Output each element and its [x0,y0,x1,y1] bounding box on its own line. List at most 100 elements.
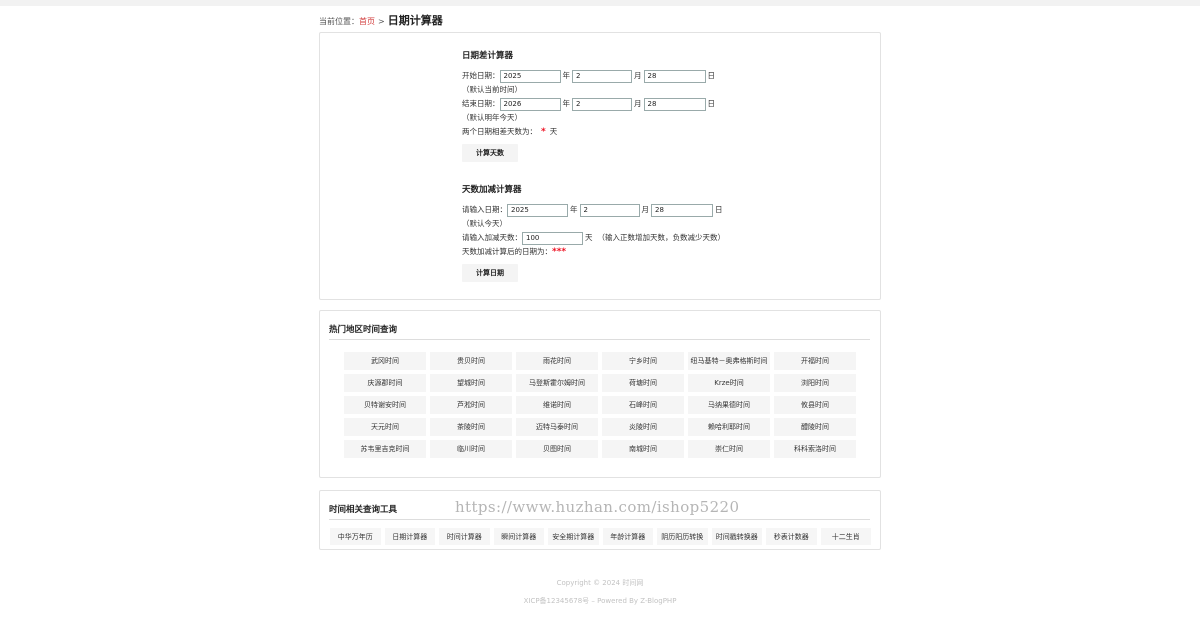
region-time-link[interactable]: 宁乡时间 [602,352,684,370]
tool-link[interactable]: 年龄计算器 [602,528,653,545]
input-date-label: 请输入日期： [462,205,507,214]
region-time-link[interactable]: 马登斯霍尔姆时间 [516,374,598,392]
region-time-link[interactable]: 开福时间 [774,352,856,370]
main-wrapper: 当前位置：首页>日期计算器 日期差计算器 开始日期： 年 月 日 （默认当前时间… [319,10,881,300]
tool-link[interactable]: 阴历阳历转换 [657,528,708,545]
calculate-days-button[interactable]: 计算天数 [462,144,518,162]
region-time-link[interactable]: 荷塘时间 [602,374,684,392]
input-date-note: （默认今天） [462,219,507,228]
region-time-link[interactable]: 炎陵时间 [602,418,684,436]
watermark: https://www.huzhan.com/ishop5220 [455,498,740,516]
region-time-link[interactable]: 望城时间 [430,374,512,392]
diff-result-row: 两个日期相差天数为： * 天 [462,125,762,139]
region-time-link[interactable]: 攸县时间 [774,396,856,414]
footer-copyright: Copyright © 2024 时间网 [556,579,644,587]
region-time-link[interactable]: Krze时间 [688,374,770,392]
diff-result-unit: 天 [549,127,558,136]
breadcrumb-separator: > [378,17,385,26]
days-unit: 天 [585,233,593,242]
end-month-input[interactable] [572,97,632,111]
start-day-input[interactable] [643,69,706,83]
region-time-link[interactable]: 马纳果德时间 [688,396,770,414]
page-title: 日期计算器 [387,14,443,27]
region-time-link[interactable]: 南城时间 [602,440,684,458]
month-input[interactable] [579,203,640,217]
tool-link[interactable]: 中华万年历 [330,528,381,545]
hot-regions-panel: 热门地区时间查询 武冈时间 贵贝时间 雨花时间 宁乡时间 纽马基特－奥弗格斯时间 开福时间… [319,310,881,478]
breadcrumb: 当前位置：首页 > 日期计算器 [319,10,881,32]
region-time-link[interactable]: 庆源郡时间 [344,374,426,392]
diff-result-value: * [541,127,546,137]
region-time-link[interactable]: 雨花时间 [516,352,598,370]
add-result-label: 天数加减计算后的日期为： [462,247,552,256]
day-input[interactable] [651,203,713,217]
tool-link[interactable]: 时间计算器 [439,528,490,545]
diff-result-label: 两个日期相差天数为： [462,127,537,136]
region-time-link[interactable]: 醴陵时间 [774,418,856,436]
region-time-link[interactable]: 苏韦里吉克时间 [344,440,426,458]
add-days-title: 天数加减计算器 [462,185,522,195]
breadcrumb-home-link[interactable]: 首页 [359,17,375,26]
tools-row: 中华万年历 日期计算器 时间计算器 瞬间计算器 安全期计算器 年龄计算器 阴历阳历转换 时间戳… [330,528,880,545]
region-time-link[interactable]: 武冈时间 [344,352,426,370]
days-note: （输入正数增加天数，负数减少天数） [597,233,726,242]
add-result-row: 天数加减计算后的日期为： *** [462,245,762,259]
add-result-value: *** [552,247,567,257]
region-time-link[interactable]: 芦淞时间 [430,396,512,414]
month-unit: 月 [634,99,642,108]
days-input[interactable] [522,231,583,245]
region-time-link[interactable]: 浏阳时间 [774,374,856,392]
hot-regions-title: 热门地区时间查询 [329,323,870,340]
end-day-input[interactable] [643,97,706,111]
end-date-row: 结束日期： 年 月 日 （默认明年今天） [462,97,762,125]
day-unit: 日 [707,99,716,108]
year-unit: 年 [562,99,571,108]
date-diff-title: 日期差计算器 [462,51,514,61]
start-date-label: 开始日期： [462,71,500,80]
start-year-input[interactable] [499,69,561,83]
region-time-link[interactable]: 茶陵时间 [430,418,512,436]
region-grid: 武冈时间 贵贝时间 雨花时间 宁乡时间 纽马基特－奥弗格斯时间 开福时间庆源郡时间 望城时间… [344,352,880,458]
year-unit: 年 [570,205,578,214]
region-time-link[interactable]: 纽马基特－奥弗格斯时间 [688,352,770,370]
region-time-link[interactable]: 天元时间 [344,418,426,436]
tool-link[interactable]: 秒表计数器 [766,528,817,545]
days-row: 请输入加减天数： 天 （输入正数增加天数，负数减少天数） [462,231,762,245]
region-time-link[interactable]: 石峰时间 [602,396,684,414]
day-unit: 日 [715,205,723,214]
add-days-calculator: 天数加减计算器 请输入日期： 年 月 日 （默认今天） 请输入加减天数： 天 （… [462,183,762,282]
breadcrumb-prefix: 当前位置： [319,17,359,26]
region-time-link[interactable]: 临川时间 [430,440,512,458]
date-diff-calculator: 日期差计算器 开始日期： 年 月 日 （默认当前时间） 结束日期： 年 月 日 … [462,49,762,162]
region-time-link[interactable]: 迈特马泰时间 [516,418,598,436]
end-date-note: （默认明年今天） [462,113,522,122]
days-label: 请输入加减天数： [462,233,522,242]
month-unit: 月 [641,205,650,214]
tool-link[interactable]: 时间戳转换器 [711,528,762,545]
region-time-link[interactable]: 崇仁时间 [688,440,770,458]
tool-link[interactable]: 日期计算器 [384,528,435,545]
region-time-link[interactable]: 维诺时间 [516,396,598,414]
tool-link[interactable]: 瞬间计算器 [493,528,544,545]
calculate-date-button[interactable]: 计算日期 [462,264,518,282]
region-time-link[interactable]: 科科索洛时间 [774,440,856,458]
month-unit: 月 [634,71,642,80]
tool-link[interactable]: 十二生肖 [820,528,871,545]
day-unit: 日 [707,71,716,80]
calculator-panel: 日期差计算器 开始日期： 年 月 日 （默认当前时间） 结束日期： 年 月 日 … [319,32,881,300]
start-date-note: （默认当前时间） [462,85,522,94]
region-time-link[interactable]: 赖哈利耶时间 [688,418,770,436]
start-date-row: 开始日期： 年 月 日 （默认当前时间） [462,69,762,97]
region-time-link[interactable]: 贝图时间 [516,440,598,458]
top-bar [0,0,1200,6]
footer-icp: XICP备12345678号 – Powered By Z-BlogPHP [523,597,677,605]
year-unit: 年 [562,71,571,80]
region-time-link[interactable]: 贵贝时间 [430,352,512,370]
tool-link[interactable]: 安全期计算器 [548,528,599,545]
region-time-link[interactable]: 贝特谢安时间 [344,396,426,414]
end-year-input[interactable] [499,97,561,111]
input-date-row: 请输入日期： 年 月 日 （默认今天） [462,203,762,231]
start-month-input[interactable] [572,69,632,83]
year-input[interactable] [507,203,568,217]
end-date-label: 结束日期： [462,99,500,108]
